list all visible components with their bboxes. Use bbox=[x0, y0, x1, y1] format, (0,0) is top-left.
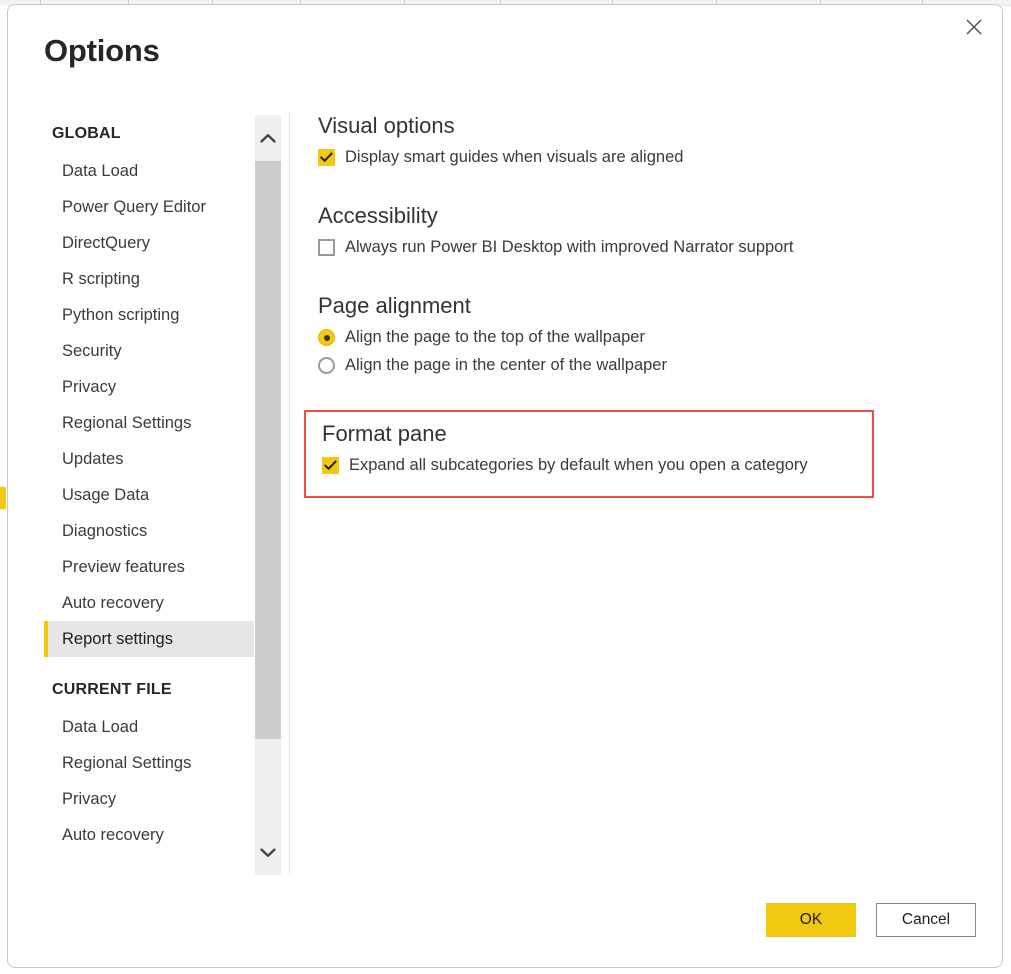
ok-button[interactable]: OK bbox=[766, 903, 856, 937]
sidebar-item-label: Data Load bbox=[62, 162, 139, 180]
sidebar-item-current-privacy[interactable]: Privacy bbox=[44, 781, 254, 817]
sidebar-item-label: Auto recovery bbox=[62, 594, 164, 612]
expand-subcategories-label: Expand all subcategories by default when… bbox=[349, 456, 808, 474]
sidebar-item-regional-settings[interactable]: Regional Settings bbox=[44, 405, 254, 441]
option-row-expand-subcategories[interactable]: Expand all subcategories by default when… bbox=[322, 456, 872, 475]
sidebar-item-preview-features[interactable]: Preview features bbox=[44, 549, 254, 585]
sidebar-item-label: Diagnostics bbox=[62, 522, 148, 540]
section-heading-accessibility: Accessibility bbox=[318, 203, 438, 228]
align-top-radio[interactable] bbox=[318, 329, 335, 346]
option-row-smart-guides[interactable]: Display smart guides when visuals are al… bbox=[318, 148, 683, 167]
sidebar-item-label: Regional Settings bbox=[62, 414, 192, 432]
checkmark-icon bbox=[320, 152, 333, 162]
section-heading-page-alignment: Page alignment bbox=[318, 293, 471, 318]
sidebar-item-current-data-load[interactable]: Data Load bbox=[44, 709, 254, 745]
sidebar-item-python-scripting[interactable]: Python scripting bbox=[44, 297, 254, 333]
align-center-label: Align the page in the center of the wall… bbox=[345, 356, 667, 374]
expand-subcategories-checkbox[interactable] bbox=[322, 457, 339, 474]
sidebar-item-label: Auto recovery bbox=[62, 826, 164, 844]
sidebar-item-label: Usage Data bbox=[62, 486, 150, 504]
align-top-label: Align the page to the top of the wallpap… bbox=[345, 328, 645, 346]
smart-guides-checkbox[interactable] bbox=[318, 149, 335, 166]
sidebar-item-current-regional-settings[interactable]: Regional Settings bbox=[44, 745, 254, 781]
sidebar-item-label: Updates bbox=[62, 450, 124, 468]
sidebar-group-header-global: GLOBAL bbox=[52, 125, 121, 142]
option-row-align-center[interactable]: Align the page in the center of the wall… bbox=[318, 356, 667, 375]
chevron-up-glyph bbox=[260, 133, 276, 143]
align-center-radio[interactable] bbox=[318, 357, 335, 374]
section-heading-format-pane: Format pane bbox=[322, 421, 447, 446]
sidebar-item-label: Regional Settings bbox=[62, 754, 192, 772]
section-page-alignment: Page alignment Align the page to the top… bbox=[318, 293, 667, 375]
sidebar-group-spacer bbox=[44, 657, 254, 671]
sidebar-item-auto-recovery[interactable]: Auto recovery bbox=[44, 585, 254, 621]
background-accent-mark bbox=[0, 487, 6, 509]
close-x-glyph bbox=[966, 19, 982, 35]
sidebar-item-label: Python scripting bbox=[62, 306, 180, 324]
chevron-down-icon[interactable] bbox=[255, 829, 281, 875]
sidebar-item-label: Data Load bbox=[62, 718, 139, 736]
chevron-up-icon[interactable] bbox=[255, 115, 281, 161]
smart-guides-label: Display smart guides when visuals are al… bbox=[345, 148, 684, 166]
sidebar-item-label: Security bbox=[62, 342, 122, 360]
sidebar-item-current-auto-recovery[interactable]: Auto recovery bbox=[44, 817, 254, 853]
section-heading-visual-options: Visual options bbox=[318, 113, 455, 138]
sidebar-item-power-query-editor[interactable]: Power Query Editor bbox=[44, 189, 254, 225]
radio-dot-icon bbox=[323, 334, 330, 341]
sidebar-item-directquery[interactable]: DirectQuery bbox=[44, 225, 254, 261]
options-dialog: Options GLOBAL Data Load Power Query Edi… bbox=[7, 4, 1003, 968]
sidebar-item-privacy[interactable]: Privacy bbox=[44, 369, 254, 405]
narrator-support-checkbox[interactable] bbox=[318, 239, 335, 256]
sidebar-item-label: Report settings bbox=[62, 630, 173, 648]
sidebar-item-updates[interactable]: Updates bbox=[44, 441, 254, 477]
option-row-narrator-support[interactable]: Always run Power BI Desktop with improve… bbox=[318, 238, 793, 257]
sidebar-group-header-current-file: CURRENT FILE bbox=[52, 681, 172, 698]
sidebar-item-label: DirectQuery bbox=[62, 234, 151, 252]
checkmark-icon bbox=[324, 460, 337, 470]
sidebar-item-r-scripting[interactable]: R scripting bbox=[44, 261, 254, 297]
sidebar-item-usage-data[interactable]: Usage Data bbox=[44, 477, 254, 513]
scrollbar-thumb[interactable] bbox=[255, 161, 281, 739]
option-row-align-top[interactable]: Align the page to the top of the wallpap… bbox=[318, 328, 667, 347]
sidebar-item-label: Privacy bbox=[62, 790, 117, 808]
sidebar-item-diagnostics[interactable]: Diagnostics bbox=[44, 513, 254, 549]
sidebar-item-report-settings[interactable]: Report settings bbox=[44, 621, 254, 657]
content-divider bbox=[289, 113, 290, 875]
sidebar-item-label: Power Query Editor bbox=[62, 198, 206, 216]
sidebar-scrollbar[interactable] bbox=[255, 115, 281, 875]
section-accessibility: Accessibility Always run Power BI Deskto… bbox=[318, 203, 793, 257]
page-title: Options bbox=[44, 33, 160, 68]
section-format-pane-highlighted: Format pane Expand all subcategories by … bbox=[304, 410, 874, 498]
sidebar-item-label: Privacy bbox=[62, 378, 117, 396]
close-icon[interactable] bbox=[952, 9, 996, 45]
chevron-down-glyph bbox=[260, 847, 276, 857]
options-sidebar: GLOBAL Data Load Power Query Editor Dire… bbox=[44, 115, 254, 875]
sidebar-item-label: R scripting bbox=[62, 270, 140, 288]
dialog-footer: OK Cancel bbox=[8, 903, 1002, 943]
sidebar-item-label: Preview features bbox=[62, 558, 185, 576]
section-visual-options: Visual options Display smart guides when… bbox=[318, 113, 683, 167]
narrator-support-label: Always run Power BI Desktop with improve… bbox=[345, 238, 794, 256]
cancel-button[interactable]: Cancel bbox=[876, 903, 976, 937]
sidebar-item-security[interactable]: Security bbox=[44, 333, 254, 369]
sidebar-item-data-load[interactable]: Data Load bbox=[44, 153, 254, 189]
